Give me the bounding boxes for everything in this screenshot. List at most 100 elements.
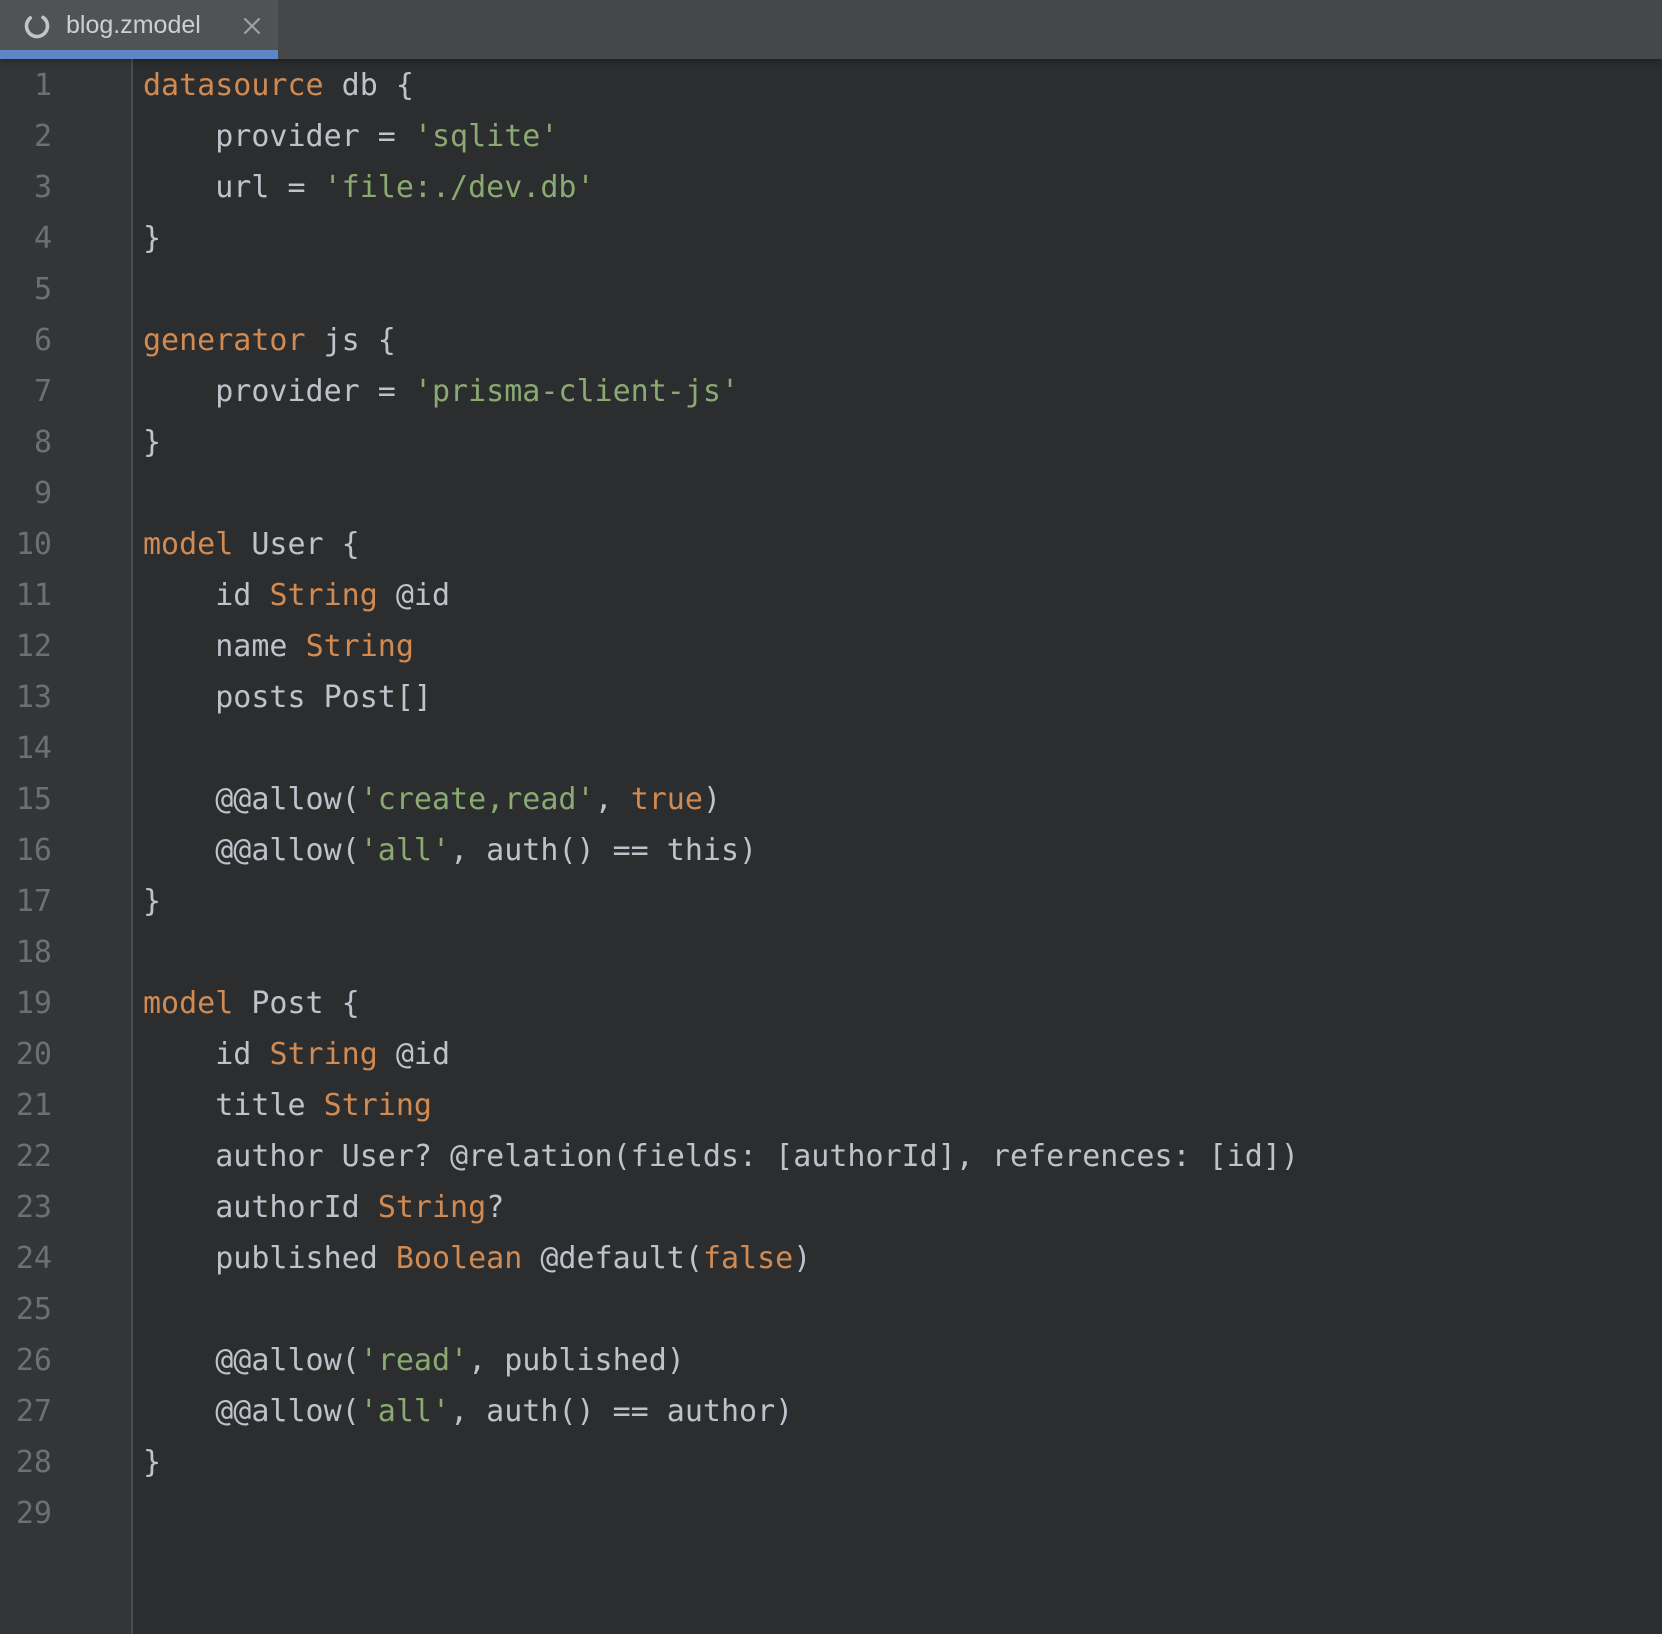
code-line[interactable]: @@allow('create,read', true)	[143, 774, 1662, 825]
code-line[interactable]: generator js {	[143, 315, 1662, 366]
token-text: }	[143, 221, 161, 256]
token-string: 'all'	[360, 833, 450, 868]
code-line[interactable]: name String	[143, 621, 1662, 672]
line-number: 2	[0, 111, 52, 162]
code-line[interactable]: }	[143, 1437, 1662, 1488]
code-line[interactable]: }	[143, 213, 1662, 264]
code-line[interactable]	[143, 1488, 1662, 1539]
code-line[interactable]: @@allow('read', published)	[143, 1335, 1662, 1386]
line-number: 24	[0, 1233, 52, 1284]
line-number: 14	[0, 723, 52, 774]
line-number: 8	[0, 417, 52, 468]
code-line[interactable]: authorId String?	[143, 1182, 1662, 1233]
code-line[interactable]: model Post {	[143, 978, 1662, 1029]
token-text: db {	[324, 68, 414, 103]
token-text: User {	[233, 527, 359, 562]
token-text: provider =	[143, 374, 414, 409]
token-text: , published)	[468, 1343, 685, 1378]
line-number: 18	[0, 927, 52, 978]
token-text: ,	[595, 782, 631, 817]
line-number: 22	[0, 1131, 52, 1182]
code-line[interactable]	[143, 927, 1662, 978]
line-number: 20	[0, 1029, 52, 1080]
token-text: )	[703, 782, 721, 817]
code-area[interactable]: datasource db { provider = 'sqlite' url …	[133, 59, 1662, 1634]
token-string: 'all'	[360, 1394, 450, 1429]
code-editor[interactable]: 1234567891011121314151617181920212223242…	[0, 59, 1662, 1634]
token-text: @@allow(	[143, 1394, 360, 1429]
token-string: 'sqlite'	[414, 119, 559, 154]
code-line[interactable]	[143, 1284, 1662, 1335]
code-line[interactable]: @@allow('all', auth() == author)	[143, 1386, 1662, 1437]
code-line[interactable]: }	[143, 876, 1662, 927]
code-line[interactable]: provider = 'prisma-client-js'	[143, 366, 1662, 417]
code-line[interactable]: published Boolean @default(false)	[143, 1233, 1662, 1284]
line-number: 5	[0, 264, 52, 315]
token-keyword: model	[143, 527, 233, 562]
line-number: 12	[0, 621, 52, 672]
token-text: @@allow(	[143, 833, 360, 868]
line-number: 27	[0, 1386, 52, 1437]
line-number: 16	[0, 825, 52, 876]
line-number: 26	[0, 1335, 52, 1386]
line-number: 25	[0, 1284, 52, 1335]
token-keyword: String	[269, 578, 377, 613]
line-number: 15	[0, 774, 52, 825]
line-number: 29	[0, 1488, 52, 1539]
token-text: )	[793, 1241, 811, 1276]
code-line[interactable]: id String @id	[143, 1029, 1662, 1080]
token-text: @default(	[522, 1241, 703, 1276]
code-line[interactable]: provider = 'sqlite'	[143, 111, 1662, 162]
code-line[interactable]: author User? @relation(fields: [authorId…	[143, 1131, 1662, 1182]
code-line[interactable]: }	[143, 417, 1662, 468]
token-string: 'prisma-client-js'	[414, 374, 739, 409]
line-number: 23	[0, 1182, 52, 1233]
token-keyword: true	[631, 782, 703, 817]
token-text: @@allow(	[143, 782, 360, 817]
code-line[interactable]: url = 'file:./dev.db'	[143, 162, 1662, 213]
code-line[interactable]: datasource db {	[143, 60, 1662, 111]
line-number: 1	[0, 60, 52, 111]
token-keyword: datasource	[143, 68, 324, 103]
code-line[interactable]	[143, 723, 1662, 774]
line-number: 19	[0, 978, 52, 1029]
token-text: @id	[378, 578, 450, 613]
token-text: @@allow(	[143, 1343, 360, 1378]
token-keyword: generator	[143, 323, 306, 358]
token-keyword: model	[143, 986, 233, 1021]
token-string: 'create,read'	[360, 782, 595, 817]
token-keyword: String	[269, 1037, 377, 1072]
token-keyword: String	[324, 1088, 432, 1123]
line-number: 13	[0, 672, 52, 723]
close-x-icon[interactable]	[240, 14, 264, 38]
token-text: id	[143, 578, 269, 613]
token-text: author User? @relation(fields: [authorId…	[143, 1139, 1299, 1174]
token-text: id	[143, 1037, 269, 1072]
code-line[interactable]: model User {	[143, 519, 1662, 570]
line-number: 7	[0, 366, 52, 417]
token-keyword: Boolean	[396, 1241, 522, 1276]
token-text: provider =	[143, 119, 414, 154]
editor-tab-bar: blog.zmodel	[0, 0, 1662, 59]
code-line[interactable]	[143, 264, 1662, 315]
code-line[interactable]: @@allow('all', auth() == this)	[143, 825, 1662, 876]
token-text: }	[143, 884, 161, 919]
code-line[interactable]	[143, 468, 1662, 519]
token-text: , auth() == author)	[450, 1394, 793, 1429]
code-line[interactable]: id String @id	[143, 570, 1662, 621]
line-number: 6	[0, 315, 52, 366]
code-line[interactable]: title String	[143, 1080, 1662, 1131]
token-text: }	[143, 425, 161, 460]
token-text: js {	[306, 323, 396, 358]
token-text: , auth() == this)	[450, 833, 757, 868]
token-text: Post {	[233, 986, 359, 1021]
token-text: @id	[378, 1037, 450, 1072]
token-text: title	[143, 1088, 324, 1123]
token-text: ?	[486, 1190, 504, 1225]
line-number-gutter: 1234567891011121314151617181920212223242…	[0, 59, 133, 1634]
token-keyword: String	[378, 1190, 486, 1225]
line-number: 4	[0, 213, 52, 264]
code-line[interactable]: posts Post[]	[143, 672, 1662, 723]
tab-blog-zmodel[interactable]: blog.zmodel	[0, 0, 278, 59]
token-keyword: String	[306, 629, 414, 664]
